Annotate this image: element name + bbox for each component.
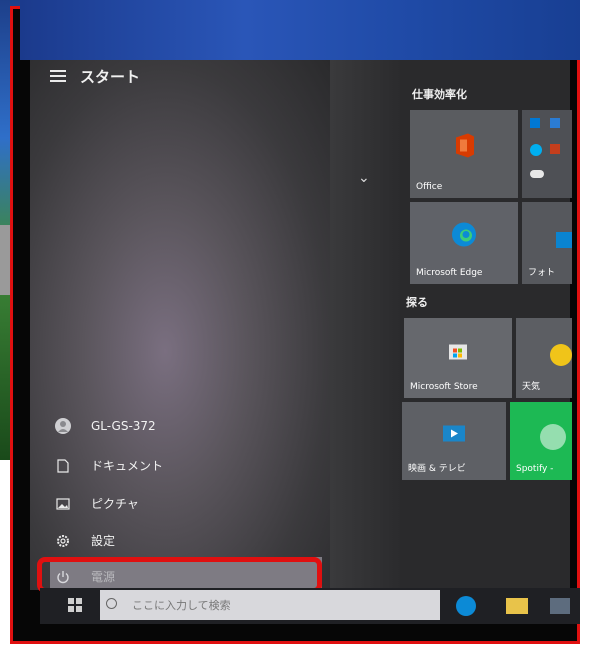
document-icon [55, 458, 71, 474]
user-name: GL-GS-372 [91, 419, 156, 433]
menu-item-settings[interactable]: 設定 [55, 532, 115, 549]
outlook-icon [530, 118, 540, 128]
spotify-icon [540, 424, 566, 450]
powerpoint-icon [550, 144, 560, 154]
group-label-productivity: 仕事効率化 [412, 88, 467, 101]
gear-icon [55, 533, 71, 549]
tile-productivity-apps[interactable] [522, 110, 572, 198]
store-icon [447, 339, 469, 364]
avatar [55, 418, 71, 434]
tile-weather[interactable]: 天気 [516, 318, 572, 398]
tile-microsoft-edge[interactable]: Microsoft Edge [410, 202, 518, 284]
movies-icon [442, 423, 466, 446]
menu-item-settings-label: 設定 [91, 534, 116, 548]
taskbar-edge-icon[interactable] [456, 596, 476, 616]
tile-photos[interactable]: フォト [522, 202, 572, 284]
menu-item-documents-label: ドキュメント [91, 459, 164, 473]
tile-movies-label: 映画 & テレビ [408, 464, 466, 474]
menu-item-pictures-label: ピクチャ [91, 497, 139, 511]
menu-item-pictures[interactable]: ピクチャ [55, 495, 139, 512]
skype-icon [530, 144, 542, 156]
tile-office-label: Office [416, 182, 443, 192]
tile-photos-label: フォト [528, 268, 556, 278]
chevron-down-icon[interactable]: ⌄ [358, 170, 370, 186]
taskbar-search-box[interactable]: ここに入力して検索 [100, 590, 440, 620]
photos-icon [556, 232, 572, 248]
tile-spotify[interactable]: Spotify - [510, 402, 572, 480]
search-icon [106, 598, 117, 609]
menu-item-documents[interactable]: ドキュメント [55, 457, 163, 474]
group-label-explore: 探る [406, 296, 428, 309]
desktop-top-strip [20, 0, 580, 60]
tile-weather-label: 天気 [522, 382, 541, 392]
tile-movies-tv[interactable]: 映画 & テレビ [402, 402, 506, 480]
user-account-item[interactable]: GL-GS-372 [55, 418, 156, 434]
tile-microsoft-store[interactable]: Microsoft Store [404, 318, 512, 398]
windows-start-icon[interactable] [68, 598, 82, 612]
word-icon [550, 118, 560, 128]
start-menu-app-list [330, 60, 400, 590]
taskbar-explorer-icon[interactable] [506, 598, 528, 614]
onedrive-icon [530, 170, 544, 178]
search-placeholder: ここに入力して検索 [132, 599, 231, 612]
office-icon [450, 131, 478, 162]
picture-icon [55, 496, 71, 512]
edge-icon [449, 220, 479, 253]
start-menu-title: スタート [80, 68, 141, 86]
tile-edge-label: Microsoft Edge [416, 268, 483, 278]
hamburger-menu-icon[interactable] [50, 70, 66, 84]
tile-store-label: Microsoft Store [410, 382, 478, 392]
weather-sun-icon [550, 344, 572, 366]
tile-spotify-label: Spotify - [516, 464, 554, 474]
taskbar-store-icon[interactable] [550, 598, 570, 614]
tile-office[interactable]: Office [410, 110, 518, 198]
